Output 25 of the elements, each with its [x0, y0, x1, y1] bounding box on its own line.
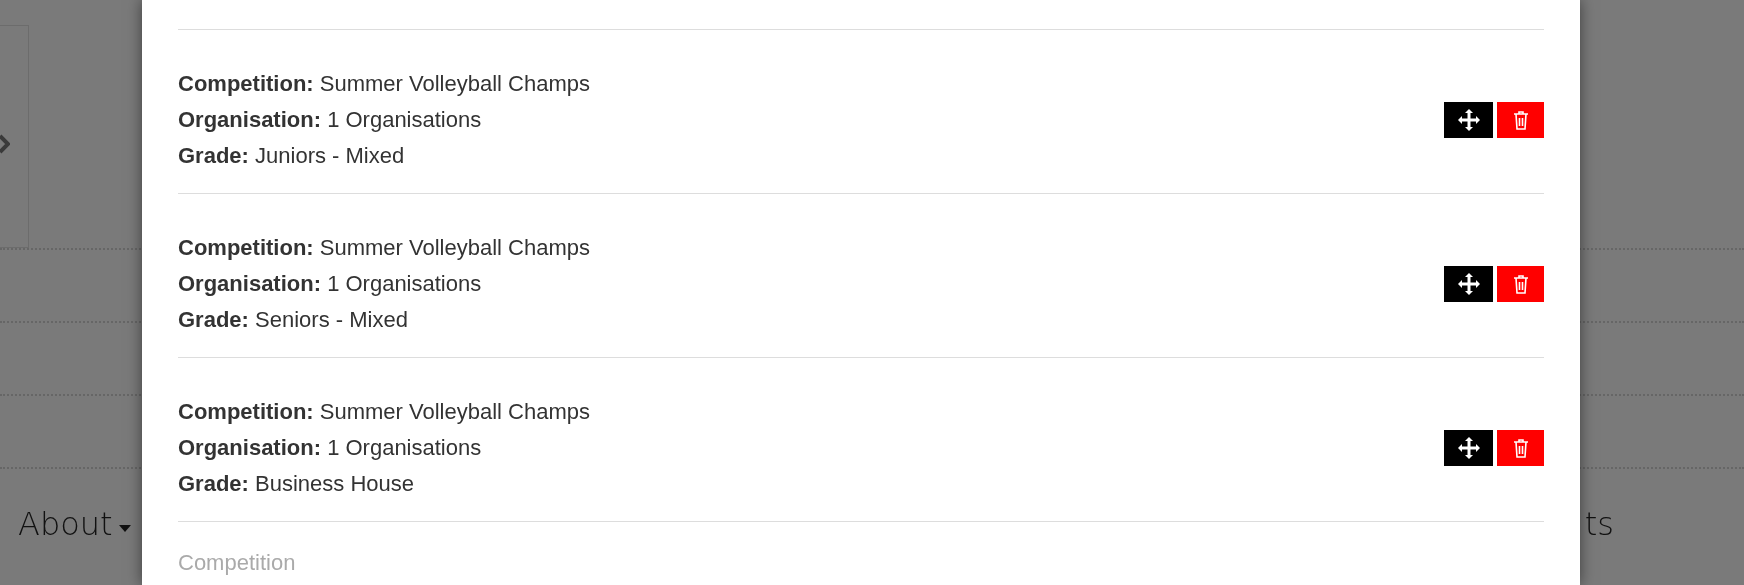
nav-link[interactable]: ts	[1584, 500, 1614, 548]
delete-button[interactable]	[1497, 266, 1544, 302]
move-button[interactable]	[1444, 102, 1493, 138]
nav-link[interactable]: About	[18, 500, 131, 548]
move-icon	[1457, 437, 1480, 459]
trash-icon	[1512, 438, 1529, 458]
move-button[interactable]	[1444, 266, 1493, 302]
trash-icon	[1512, 274, 1529, 294]
entry-detail: Grade: Business House	[178, 470, 415, 498]
chevron-right-icon[interactable]	[0, 133, 10, 154]
delete-button[interactable]	[1497, 430, 1544, 466]
entry-detail: Organisation: 1 Organisations	[178, 106, 483, 134]
delete-button[interactable]	[1497, 102, 1544, 138]
entry-detail: Competition: Summer Volleyball Champs	[178, 234, 590, 262]
entry-detail: Grade: Juniors - Mixed	[178, 142, 406, 170]
entry-detail: Organisation: 1 Organisations	[178, 270, 483, 298]
move-icon	[1457, 273, 1480, 295]
move-button[interactable]	[1444, 430, 1493, 466]
competition-field[interactable]: Competition	[178, 548, 1544, 578]
entry-detail: Competition: Summer Volleyball Champs	[178, 70, 590, 98]
trash-icon	[1512, 110, 1529, 130]
entry-detail: Competition: Summer Volleyball Champs	[178, 398, 590, 426]
move-icon	[1457, 109, 1480, 131]
entry-detail: Grade: Seniors - Mixed	[178, 306, 409, 334]
entry-detail: Organisation: 1 Organisations	[178, 434, 483, 462]
